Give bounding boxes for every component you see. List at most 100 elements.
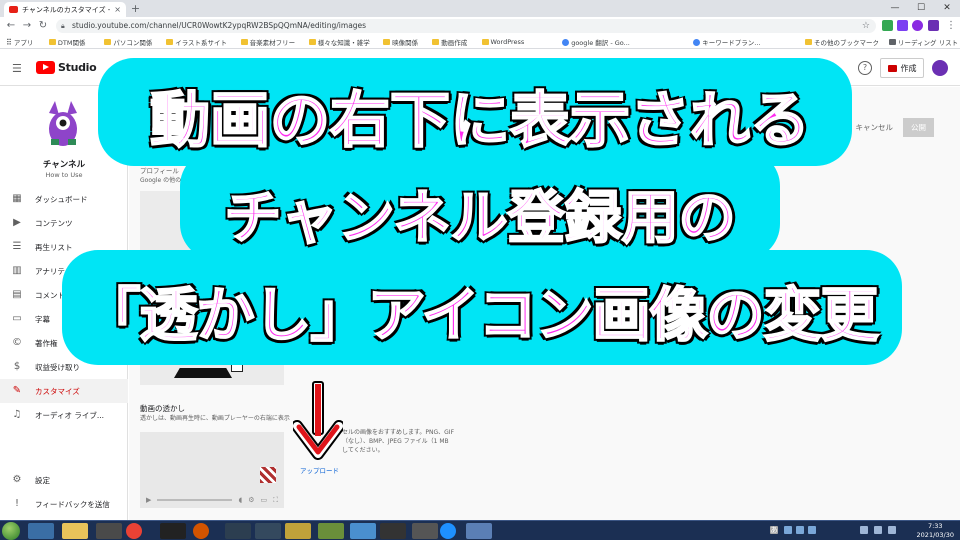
channel-avatar[interactable] — [41, 99, 85, 149]
sidebar-item[interactable]: ▭ 字幕 — [0, 307, 128, 331]
taskbar-app2-icon[interactable] — [225, 523, 251, 539]
windows-taskbar: あ 7:33 2021/03/30 — [0, 520, 960, 540]
taskbar-chrome-icon[interactable] — [126, 523, 142, 539]
close-tab-icon[interactable]: × — [114, 5, 121, 14]
taskbar-app6-icon[interactable] — [350, 523, 376, 539]
tray-icon[interactable] — [784, 526, 792, 534]
bookmark-item[interactable]: DTM関係 — [48, 36, 85, 48]
forward-button[interactable]: → — [20, 19, 34, 33]
bookmark-item[interactable]: パソコン関係 — [104, 36, 152, 48]
sidebar-item[interactable]: ✎ カスタマイズ — [0, 379, 128, 403]
sidebar-item[interactable]: ▶ コンテンツ — [0, 211, 128, 235]
create-button[interactable]: 作成 — [880, 58, 924, 78]
sidebar-item[interactable]: ! フィードバックを送信 — [0, 492, 128, 516]
folder-icon — [805, 39, 812, 45]
play-icon[interactable]: ▶ — [146, 496, 151, 504]
bookmark-item[interactable]: その他のブックマーク — [805, 36, 879, 48]
start-button-icon[interactable] — [2, 522, 20, 540]
profile-icon[interactable] — [912, 20, 923, 31]
taskbar-window-icon[interactable] — [466, 523, 492, 539]
bookmark-item[interactable]: google 翻訳 - Go... — [562, 36, 630, 48]
playlist-icon: ☰ — [12, 241, 22, 252]
preview-link[interactable]: 示 — [838, 122, 846, 133]
folder-icon — [481, 39, 489, 45]
publish-button[interactable]: 公開 — [903, 118, 934, 137]
tray-icon[interactable] — [796, 526, 804, 534]
theater-mode-icon[interactable]: ▭ — [260, 496, 267, 504]
sidebar-item[interactable]: ▥ アナリティクス — [0, 259, 128, 283]
profile-section-title: プロフィール — [140, 167, 179, 175]
sidebar-item[interactable]: © 著作権 — [0, 331, 128, 355]
sidebar-item[interactable]: ♫ オーディオ ライブ... — [0, 403, 128, 427]
settings-gear-icon[interactable]: ⚙ — [248, 496, 254, 504]
youtube-logo-icon[interactable] — [36, 61, 55, 74]
sidebar-item[interactable]: ▤ コメント — [0, 283, 128, 307]
battery-icon[interactable] — [888, 526, 896, 534]
cancel-button[interactable]: キャンセル — [856, 122, 894, 133]
bookmark-item[interactable]: WordPress — [481, 36, 524, 48]
taskbar-clock[interactable]: 7:33 2021/03/30 — [917, 522, 954, 540]
volume-icon[interactable]: ◖ — [238, 496, 242, 504]
watermark-section-title: 動画の透かし — [140, 404, 185, 413]
sidebar-item[interactable]: ⚙ 設定 — [0, 468, 128, 492]
browser-tab[interactable]: チャンネルのカスタマイズ - YouTube Studio × — [4, 2, 126, 17]
apps-grid-icon: ⠿ — [6, 37, 12, 47]
taskbar-edge-icon[interactable] — [440, 523, 456, 539]
url-bar[interactable]: 🔒︎ studio.youtube.com/channel/UCR0WowtK2… — [56, 19, 876, 33]
sidebar-item[interactable]: ☰ 再生リスト — [0, 235, 128, 259]
tray-icon[interactable] — [808, 526, 816, 534]
sidebar-item[interactable]: $ 収益受け取り — [0, 355, 128, 379]
taskbar-app4-icon[interactable] — [285, 523, 311, 539]
fullscreen-icon[interactable]: ⛶ — [273, 496, 278, 505]
new-tab-button[interactable]: + — [129, 3, 142, 14]
hamburger-menu-icon[interactable]: ☰ — [12, 62, 22, 75]
taskbar-app3-icon[interactable] — [255, 523, 281, 539]
bookmark-item[interactable]: 映像関係 — [383, 36, 418, 48]
minimize-button[interactable]: — — [882, 0, 908, 17]
folder-icon — [104, 39, 112, 45]
account-avatar[interactable] — [932, 60, 948, 76]
bookmark-item[interactable]: キーワードプラン... — [693, 36, 761, 48]
taskbar-music-icon[interactable] — [160, 523, 186, 539]
back-button[interactable]: ← — [4, 19, 18, 33]
bookmark-label: キーワードプラン... — [702, 39, 761, 47]
bookmark-star-icon[interactable]: ☆ — [862, 19, 870, 33]
close-window-button[interactable]: ✕ — [934, 0, 960, 17]
channel-name: チャンネル — [42, 160, 86, 170]
reload-button[interactable]: ↻ — [36, 19, 50, 33]
taskbar-film2-icon[interactable] — [380, 523, 406, 539]
progress-bar[interactable] — [157, 499, 233, 501]
ime-indicator[interactable]: あ — [770, 526, 778, 534]
bookmark-item[interactable]: イラスト系サイト — [166, 36, 227, 48]
help-icon[interactable]: ? — [858, 61, 872, 75]
volume-tray-icon[interactable] — [874, 526, 882, 534]
taskbar-app-icon[interactable] — [28, 523, 54, 539]
taskbar-media-icon[interactable] — [193, 523, 209, 539]
bookmark-item[interactable]: 音楽素材フリー — [240, 36, 295, 48]
extension-icon[interactable] — [897, 20, 908, 31]
profile-avatar-icon[interactable] — [928, 20, 939, 31]
taskbar-app5-icon[interactable] — [318, 523, 344, 539]
dashboard-icon: ▦ — [12, 193, 22, 204]
taskbar-app7-icon[interactable] — [412, 523, 438, 539]
sidebar-item-label: 字幕 — [35, 314, 50, 324]
sidebar-item[interactable]: ▦ ダッシュボード — [0, 187, 128, 211]
maximize-button[interactable]: ☐ — [908, 0, 934, 17]
bookmark-item[interactable]: リーディング リスト — [889, 36, 958, 48]
watermark-upload-hint: セルの画像をおすすめします。PNG、GIF （なし）、BMP、JPEG ファイル… — [342, 429, 455, 454]
menu-dots-icon[interactable]: ⋮ — [944, 19, 958, 33]
screen-icon — [231, 364, 243, 372]
taskbar-film-icon[interactable] — [96, 523, 122, 539]
network-icon[interactable] — [860, 526, 868, 534]
bookmark-label: 映像関係 — [392, 39, 419, 47]
studio-logo-text[interactable]: Studio — [58, 61, 97, 74]
tab-strip: チャンネルのカスタマイズ - YouTube Studio × + — ☐ ✕ — [0, 0, 960, 17]
bookmark-item[interactable]: 動画作成 — [432, 36, 467, 48]
bookmark-label: アプリ — [13, 39, 34, 47]
bookmark-item[interactable]: 様々な知識・雑学 — [308, 36, 370, 48]
drive-extension-icon[interactable] — [882, 20, 893, 31]
upload-link[interactable]: アップロード — [300, 465, 339, 475]
taskbar-folder-icon[interactable] — [62, 523, 88, 539]
bookmark-item[interactable]: ⠿ アプリ — [6, 36, 33, 48]
bookmarks-bar: ⠿ アプリ DTM関係 パソコン関係 イラスト系サイト 音楽素材フリー 様々な知識・雑学 映像… — [0, 35, 960, 49]
